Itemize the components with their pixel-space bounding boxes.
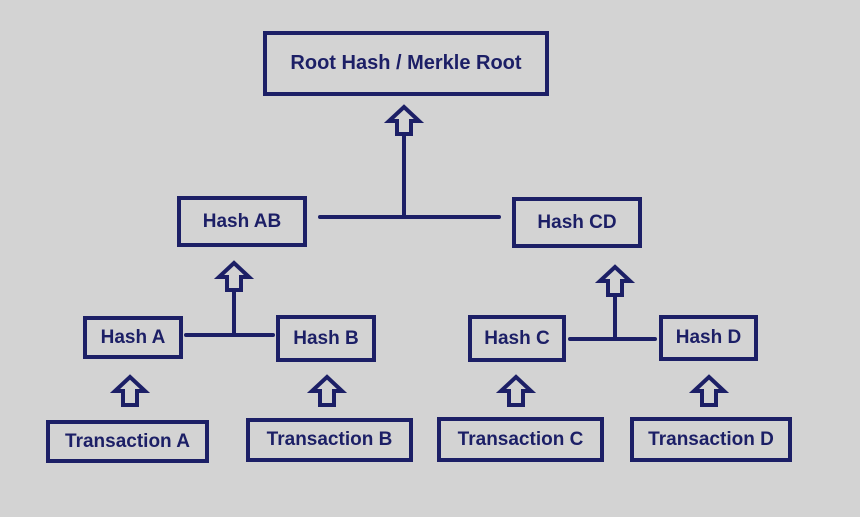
hash-cd-label: Hash CD bbox=[537, 211, 617, 233]
transaction-d-label: Transaction D bbox=[648, 428, 774, 450]
hollow-arrow-icon bbox=[495, 374, 537, 407]
hollow-arrow-icon bbox=[109, 374, 151, 407]
hollow-arrow-icon bbox=[688, 374, 730, 407]
hash-c-node: Hash C bbox=[468, 315, 566, 362]
hash-ab-label: Hash AB bbox=[202, 210, 282, 232]
hollow-arrow-icon bbox=[213, 260, 255, 292]
hash-b-node: Hash B bbox=[276, 315, 376, 362]
hash-cd-node: Hash CD bbox=[512, 197, 642, 248]
hollow-arrow-icon bbox=[306, 374, 348, 407]
hash-a-label: Hash A bbox=[100, 326, 166, 348]
transaction-a-label: Transaction A bbox=[65, 430, 190, 452]
hash-a-node: Hash A bbox=[83, 316, 183, 359]
transaction-b-label: Transaction B bbox=[266, 429, 393, 450]
hash-d-node: Hash D bbox=[659, 315, 758, 361]
hollow-arrow-icon bbox=[594, 264, 636, 297]
transaction-c-label: Transaction C bbox=[457, 428, 584, 450]
transaction-a-node: Transaction A bbox=[46, 420, 209, 463]
hash-ab-node: Hash AB bbox=[177, 196, 307, 247]
transaction-c-node: Transaction C bbox=[437, 417, 604, 462]
hash-d-label: Hash D bbox=[675, 327, 742, 348]
hollow-arrow-icon bbox=[383, 104, 425, 136]
transaction-d-node: Transaction D bbox=[630, 417, 792, 462]
transaction-b-node: Transaction B bbox=[246, 418, 413, 462]
hash-b-label: Hash B bbox=[293, 327, 359, 349]
root-hash-node: Root Hash / Merkle Root bbox=[263, 31, 549, 96]
hash-c-label: Hash C bbox=[484, 327, 550, 349]
root-hash-label: Root Hash / Merkle Root bbox=[290, 52, 522, 74]
